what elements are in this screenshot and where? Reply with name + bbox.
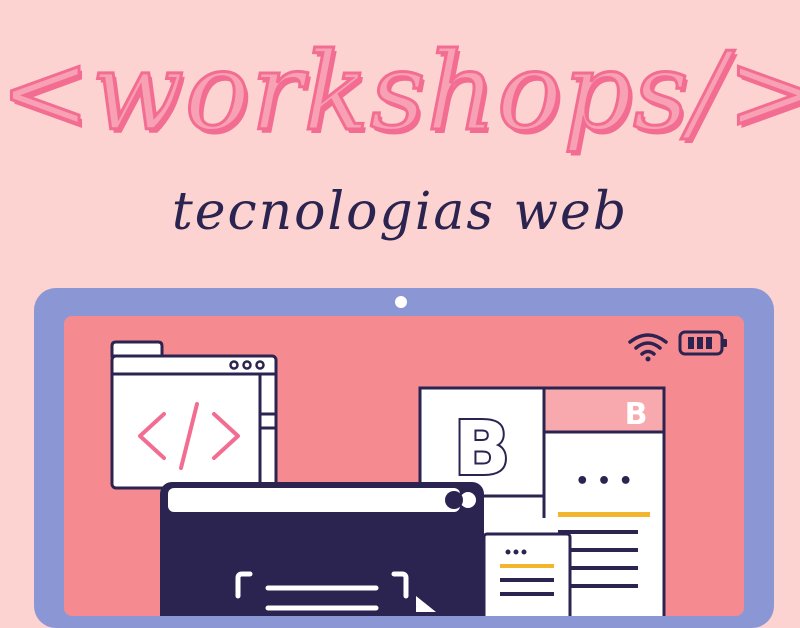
- tablet-camera: [395, 296, 407, 308]
- page-title: <workshops/>: [0, 29, 800, 157]
- page-subtitle: tecnologias web: [171, 182, 629, 242]
- window-dots: • • •: [575, 469, 633, 494]
- tablet-screen: B B • • •: [64, 316, 744, 616]
- wifi-icon: [628, 333, 668, 362]
- bootstrap-logo: B: [454, 406, 510, 492]
- screen-illustration: B B • • •: [110, 330, 727, 616]
- doc-window: [482, 532, 572, 616]
- code-window: [110, 340, 278, 490]
- battery-icon: [678, 330, 727, 356]
- dark-window: [160, 482, 484, 616]
- bootstrap-badge: B: [625, 397, 648, 432]
